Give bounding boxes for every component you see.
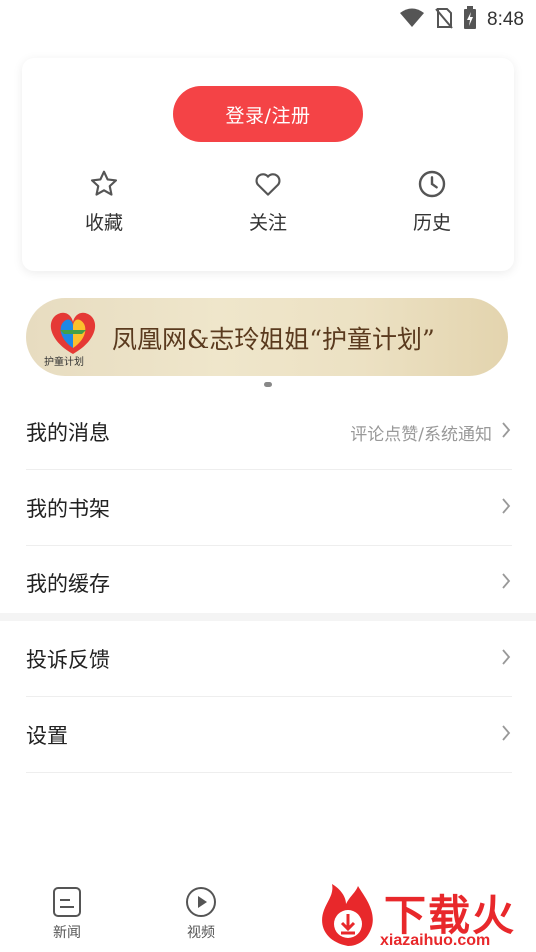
status-time: 8:48 [487, 9, 524, 30]
menu-item-hint: 评论点赞/系统通知 [350, 424, 492, 445]
news-icon [32, 886, 102, 918]
menu-item-label: 我的缓存 [26, 572, 110, 596]
status-bar: 8:48 [0, 0, 536, 36]
watermark-url: xiazaihuo.com [380, 932, 491, 949]
banner-logo-caption: 护童计划 [44, 357, 84, 368]
nav-label: 视频 [187, 925, 215, 941]
menu-item-label: 我的书架 [26, 497, 110, 521]
banner-title: 凤凰网&志玲姐姐“护童计划” [112, 325, 435, 354]
login-register-button[interactable]: 登录/注册 [173, 86, 363, 142]
menu-item-label: 我的消息 [26, 421, 110, 445]
chevron-right-icon [500, 572, 512, 594]
follow-label: 关注 [248, 212, 287, 234]
favorites-label: 收藏 [84, 212, 123, 234]
menu-item-label: 投诉反馈 [26, 648, 110, 672]
follow-button[interactable]: 关注 [218, 168, 318, 235]
menu-item-right [500, 724, 512, 746]
menu-item-bookshelf[interactable]: 我的书架 [26, 470, 512, 546]
menu-item-settings[interactable]: 设置 [26, 697, 512, 773]
star-icon [54, 168, 154, 200]
chevron-right-icon [500, 648, 512, 670]
chevron-right-icon [500, 497, 512, 519]
menu-item-messages[interactable]: 我的消息 评论点赞/系统通知 [26, 394, 512, 470]
favorites-button[interactable]: 收藏 [54, 168, 154, 235]
menu-item-right [500, 572, 512, 594]
nav-label: 新闻 [53, 925, 81, 941]
chevron-right-icon [500, 421, 512, 443]
menu-item-right [500, 497, 512, 519]
wifi-icon [399, 8, 425, 32]
history-button[interactable]: 历史 [382, 168, 482, 235]
history-label: 历史 [412, 212, 451, 234]
status-icons: 8:48 [399, 6, 524, 34]
menu-item-right: 评论点赞/系统通知 [350, 420, 512, 445]
section-divider [0, 613, 536, 621]
battery-charging-icon [463, 6, 477, 34]
nav-tab-video[interactable]: 视频 [166, 886, 236, 942]
play-circle-icon [166, 886, 236, 918]
nav-tab-news[interactable]: 新闻 [32, 886, 102, 942]
chevron-right-icon [500, 724, 512, 746]
heart-icon [218, 168, 318, 200]
watermark: 下载火 xiazaihuo.com [316, 880, 536, 952]
menu-item-feedback[interactable]: 投诉反馈 [26, 621, 512, 697]
menu-item-right [500, 648, 512, 670]
menu-item-label: 设置 [26, 724, 68, 748]
promo-banner[interactable]: 护童计划 凤凰网&志玲姐姐“护童计划” [26, 298, 508, 376]
clock-icon [382, 168, 482, 200]
banner-pager-dot [264, 382, 272, 387]
menu-item-cache[interactable]: 我的缓存 [26, 545, 512, 621]
no-sim-icon [435, 7, 453, 33]
flame-logo-icon [316, 882, 380, 952]
account-card: 登录/注册 收藏 关注 历史 [22, 58, 514, 271]
